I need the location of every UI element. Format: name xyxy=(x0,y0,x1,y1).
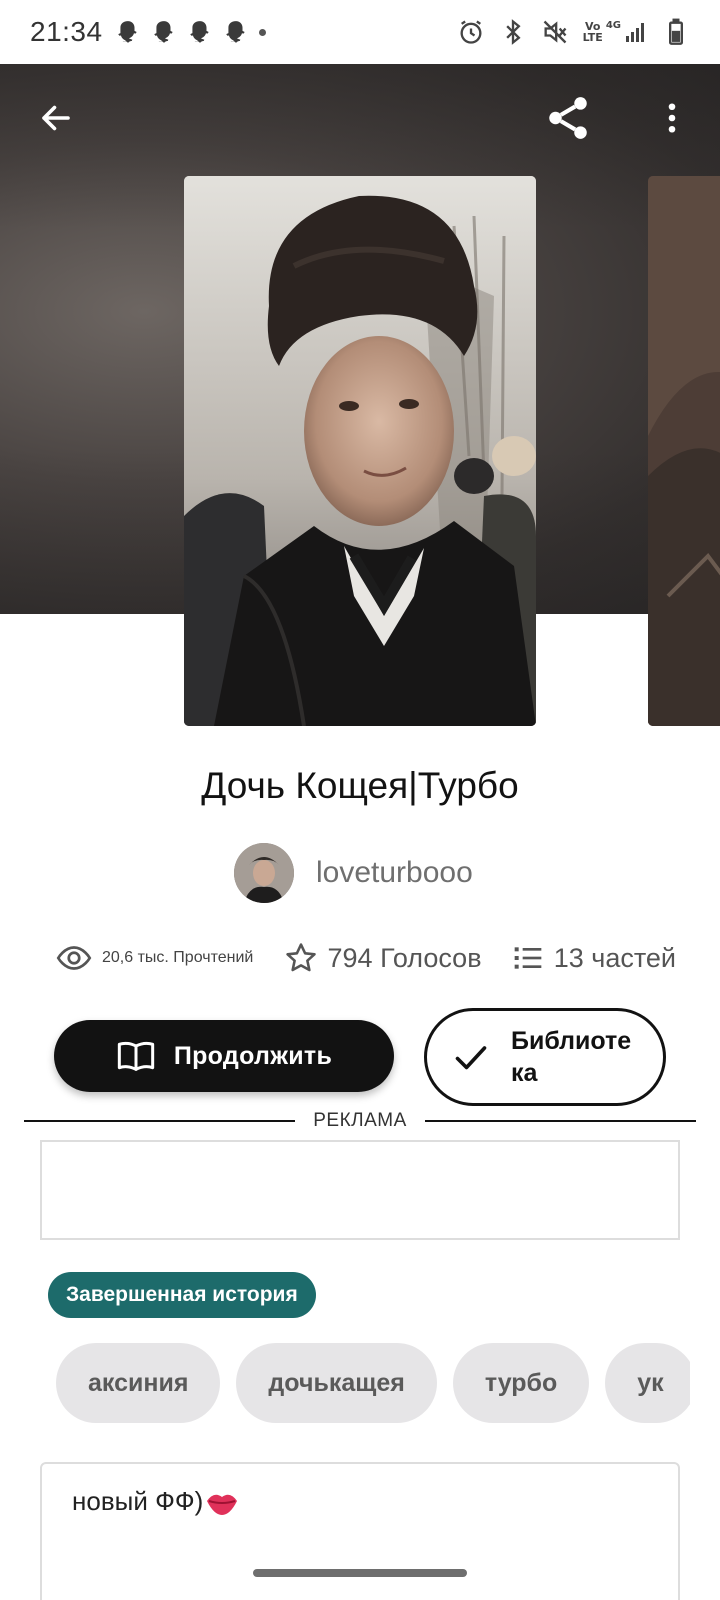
author-name[interactable]: loveturbooo xyxy=(316,856,473,890)
avatar-image xyxy=(234,843,294,903)
next-cover-image xyxy=(648,176,720,726)
tag-list[interactable]: аксиния дочькащея турбо ук xyxy=(56,1343,690,1423)
book-open-icon xyxy=(117,1041,155,1071)
story-stats: 20,6 тыс. Прочтений 794 Голосов 13 часте… xyxy=(56,940,676,976)
volte-icon: Vo LTE 4G xyxy=(583,20,648,44)
continue-reading-button[interactable]: Продолжить xyxy=(54,1020,394,1092)
more-vertical-icon xyxy=(668,103,676,133)
library-button[interactable]: Библиоте ка xyxy=(424,1008,666,1106)
share-icon xyxy=(549,97,587,139)
more-notifications-dot xyxy=(258,28,266,36)
parts-stat[interactable]: 13 частей xyxy=(512,942,676,974)
list-icon xyxy=(514,947,542,969)
divider-line xyxy=(24,1120,296,1122)
story-cover[interactable] xyxy=(184,176,536,726)
battery-icon xyxy=(669,18,683,45)
cover-image xyxy=(184,176,536,726)
author-avatar[interactable] xyxy=(234,843,294,903)
star-icon xyxy=(285,943,316,972)
bluetooth-icon xyxy=(505,19,521,45)
status-bar: 21:34 Vo LTE 4G xyxy=(0,0,720,64)
volte-bottom: LTE xyxy=(582,31,603,44)
divider-line xyxy=(424,1120,696,1122)
snapchat-icon xyxy=(153,21,173,43)
tag-chip[interactable]: турбо xyxy=(452,1343,590,1423)
author-link[interactable]: loveturbooo xyxy=(234,843,473,903)
back-button[interactable] xyxy=(28,90,84,146)
eye-icon xyxy=(56,946,92,970)
ad-label: РЕКЛАМА xyxy=(313,1110,407,1131)
status-time: 21:34 xyxy=(30,16,103,47)
completed-status-badge: Завершенная история xyxy=(48,1272,316,1318)
votes-stat: 794 Голосов xyxy=(284,941,482,975)
story-description: новый ФФ) xyxy=(40,1462,680,1600)
share-button[interactable] xyxy=(540,90,596,146)
network-type: 4G xyxy=(605,20,621,31)
continue-label: Продолжить xyxy=(173,1041,333,1070)
next-story-cover[interactable] xyxy=(648,176,720,726)
library-label: Библиоте ка xyxy=(511,1027,632,1087)
snapchat-icon xyxy=(189,21,209,43)
checkmark-icon xyxy=(455,1046,487,1070)
home-indicator[interactable] xyxy=(253,1569,467,1577)
reads-stat: 20,6 тыс. Прочтений xyxy=(56,940,253,976)
tag-chip[interactable]: ук xyxy=(605,1343,690,1423)
lips-icon xyxy=(205,1488,239,1523)
ad-slot[interactable] xyxy=(40,1140,680,1240)
signal-icon xyxy=(626,23,644,42)
description-text: новый ФФ) xyxy=(72,1486,204,1516)
tag-chip[interactable]: аксиния xyxy=(56,1343,221,1423)
parts-count[interactable]: 13 частей xyxy=(554,943,676,974)
snapchat-icon xyxy=(117,21,137,43)
snapchat-icon xyxy=(225,21,245,43)
mute-icon xyxy=(543,20,567,44)
alarm-icon xyxy=(460,20,482,44)
tag-chip[interactable]: дочькащея xyxy=(236,1343,437,1423)
ad-divider: РЕКЛАМА xyxy=(24,1110,696,1132)
arrow-left-icon xyxy=(42,105,70,131)
reads-count: 20,6 тыс. Прочтений xyxy=(102,949,254,966)
system-icons: Vo LTE 4G xyxy=(457,18,690,46)
more-options-button[interactable] xyxy=(644,90,700,146)
votes-count: 794 Голосов xyxy=(327,942,482,973)
notification-icons xyxy=(115,19,266,45)
story-title: Дочь Кощея|Турбо xyxy=(201,765,519,806)
